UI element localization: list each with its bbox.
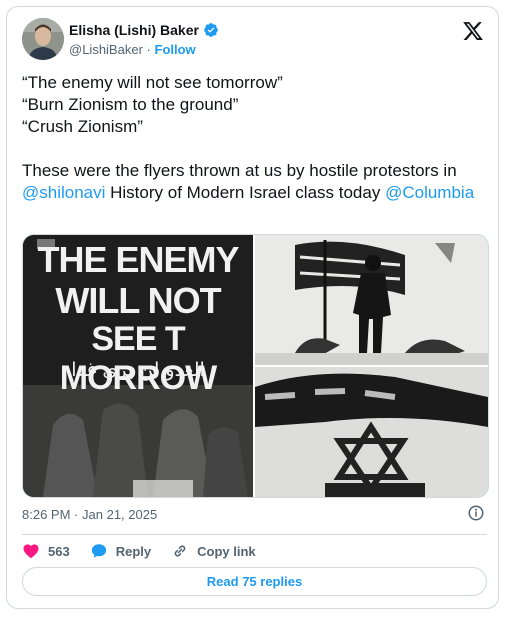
timestamp-row: 8:26 PM · Jan 21, 2025 bbox=[22, 504, 487, 524]
author-handle[interactable]: @LishiBaker bbox=[69, 42, 143, 57]
action-bar: 563 Reply Copy link bbox=[22, 539, 276, 563]
divider bbox=[22, 534, 487, 535]
reply-label: Reply bbox=[115, 543, 152, 559]
follow-button[interactable]: Follow bbox=[155, 42, 196, 57]
tweet-body-mid: History of Modern Israel class today bbox=[105, 183, 386, 202]
reply-button[interactable]: Reply bbox=[90, 542, 151, 560]
flyer-image-enemy[interactable]: THE ENEMY WILL NOT SEE T MORROW العدو لن… bbox=[23, 235, 253, 497]
info-icon[interactable] bbox=[467, 504, 485, 522]
tweet-date[interactable]: Jan 21, 2025 bbox=[82, 507, 157, 522]
time-separator: · bbox=[74, 506, 79, 522]
link-icon bbox=[174, 545, 186, 557]
tweet-text: “The enemy will not see tomorrow” “Burn … bbox=[22, 72, 492, 204]
poster-text-line-1: THE ENEMY bbox=[37, 239, 239, 280]
tweet-body-pre: These were the flyers thrown at us by ho… bbox=[22, 161, 457, 180]
x-logo-icon[interactable] bbox=[462, 20, 484, 42]
tweet-body: These were the flyers thrown at us by ho… bbox=[22, 160, 492, 204]
media-grid[interactable]: THE ENEMY WILL NOT SEE T MORROW العدو لن… bbox=[22, 234, 489, 498]
like-button[interactable]: 563 bbox=[22, 542, 70, 560]
poster-arabic-text: العدو لن يرى غدا bbox=[71, 359, 205, 381]
flyer-image-figure[interactable] bbox=[255, 235, 488, 365]
handle-row: @LishiBaker · Follow bbox=[69, 42, 196, 57]
tweet-line-2: “Burn Zionism to the ground” bbox=[22, 95, 239, 114]
read-replies-button[interactable]: Read 75 replies bbox=[22, 567, 487, 596]
tweet-card: Elisha (Lishi) Baker @LishiBaker · Follo… bbox=[6, 6, 499, 609]
copy-link-label: Copy link bbox=[197, 543, 256, 559]
tweet-line-3: “Crush Zionism” bbox=[22, 117, 143, 136]
handle-separator: · bbox=[146, 42, 151, 57]
tweet-time[interactable]: 8:26 PM bbox=[22, 507, 70, 522]
mention-columbia[interactable]: @Columbia bbox=[385, 183, 474, 202]
avatar[interactable] bbox=[22, 18, 64, 60]
verified-badge-icon bbox=[204, 23, 218, 37]
poster-text-line-2: WILL NOT bbox=[55, 280, 221, 321]
like-count: 563 bbox=[48, 543, 70, 559]
flyer-image-crush[interactable] bbox=[255, 367, 488, 497]
mention-shilonavi[interactable]: @shilonavi bbox=[22, 183, 105, 202]
author-name[interactable]: Elisha (Lishi) Baker bbox=[69, 22, 199, 38]
reply-bubble-icon bbox=[91, 544, 106, 558]
tweet-blank-line bbox=[22, 138, 492, 160]
tweet-line-1: “The enemy will not see tomorrow” bbox=[22, 73, 283, 92]
heart-icon bbox=[23, 544, 39, 559]
author-name-row: Elisha (Lishi) Baker bbox=[69, 22, 219, 38]
copy-link-button[interactable]: Copy link bbox=[171, 542, 256, 560]
